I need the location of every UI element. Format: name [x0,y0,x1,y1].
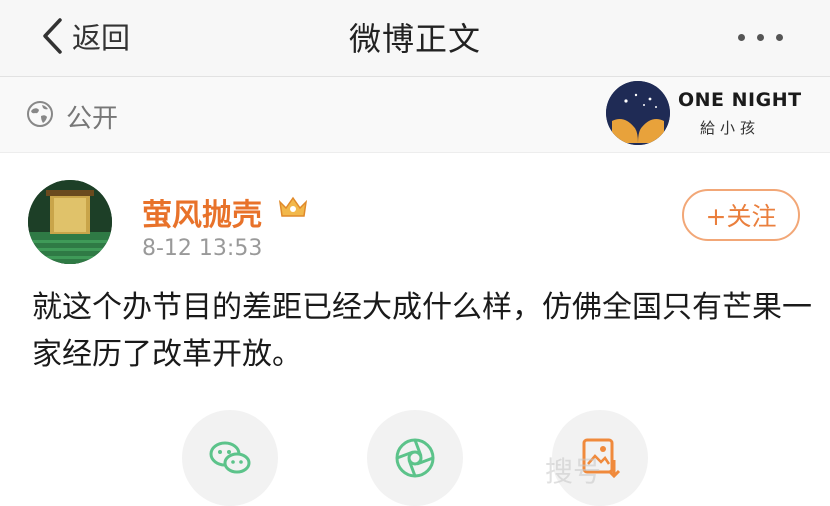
follow-button[interactable]: +关注 [682,189,800,241]
post-body-text: 就这个办节目的差距已经大成什么样，仿佛全国只有芒果一家经历了改革开放。 [32,290,812,372]
post-timestamp: 8-12 13:53 [142,236,263,261]
share-wechat-button[interactable] [182,410,278,506]
visibility-label: 公开 [66,104,119,134]
moments-icon [395,438,435,478]
vip-crown-icon [278,196,308,217]
logo-subtitle: 給小孩 [700,119,761,137]
share-moments-button[interactable] [367,410,463,506]
page-title: 微博正文 [348,20,481,58]
watermark: 搜号 [545,455,602,488]
globe-icon [27,101,53,127]
wechat-icon [209,441,251,474]
more-dots-icon[interactable] [738,30,784,46]
avatar[interactable] [28,180,112,264]
logo-title: ONE NIGHT [678,89,802,111]
username[interactable]: 萤风抛壳 [142,190,262,234]
top-nav-bar: 返回 微博正文 [0,0,830,77]
brand-logo-icon [606,81,670,145]
